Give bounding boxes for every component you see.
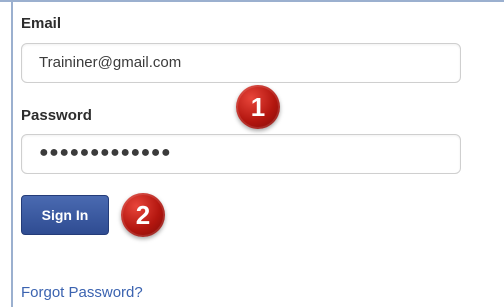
email-field[interactable]: Traininer@gmail.com [21, 43, 461, 83]
login-panel: Email Traininer@gmail.com 1 Password ●●●… [0, 0, 504, 307]
email-label: Email [21, 15, 62, 32]
password-field[interactable]: ●●●●●●●●●●●●● [21, 134, 461, 174]
forgot-password-link[interactable]: Forgot Password? [21, 284, 143, 301]
step-2-badge: 2 [121, 193, 165, 237]
password-value: ●●●●●●●●●●●●● [39, 144, 172, 161]
sign-in-button[interactable]: Sign In [21, 195, 109, 235]
email-value: Traininer@gmail.com [39, 54, 182, 71]
password-label: Password [21, 107, 92, 124]
panel-left-border [11, 0, 13, 307]
step-1-badge: 1 [236, 85, 280, 129]
panel-top-border [0, 0, 504, 2]
